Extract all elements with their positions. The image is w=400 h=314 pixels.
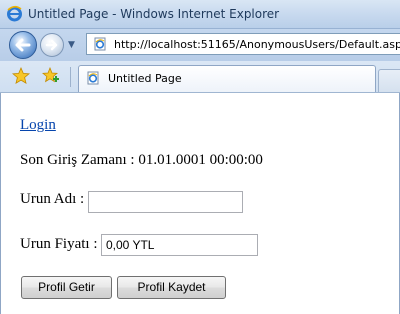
page-icon xyxy=(87,71,99,85)
tab-label: Untitled Page xyxy=(108,72,182,85)
add-to-favorites-icon[interactable] xyxy=(42,67,60,85)
address-bar[interactable]: http://localhost:51165/AnonymousUsers/De… xyxy=(86,33,400,55)
tab-bar: Untitled Page xyxy=(0,61,400,93)
forward-arrow-icon xyxy=(45,39,58,51)
login-link[interactable]: Login xyxy=(20,117,56,134)
toolbar-separator xyxy=(70,67,71,87)
tab-untitled-page[interactable]: Untitled Page xyxy=(78,65,376,92)
get-profile-button[interactable]: Profil Getir xyxy=(21,276,112,299)
window-title: Untitled Page - Windows Internet Explore… xyxy=(28,7,280,21)
new-tab-button[interactable] xyxy=(378,69,400,92)
last-login-text: Son Giriş Zamanı : 01.01.0001 00:00:00 xyxy=(20,152,263,168)
recent-pages-dropdown-icon[interactable]: ▼ xyxy=(68,40,75,50)
page-icon xyxy=(94,37,106,51)
product-price-input[interactable]: 0,00 YTL xyxy=(101,234,258,256)
product-price-label: Urun Fiyatı : xyxy=(20,236,98,252)
page-content: Login Son Giriş Zamanı : 01.01.0001 00:0… xyxy=(0,93,400,314)
back-arrow-icon xyxy=(15,38,31,52)
address-text: http://localhost:51165/AnonymousUsers/De… xyxy=(114,38,400,51)
favorites-star-icon[interactable] xyxy=(12,67,30,85)
ie-logo-icon xyxy=(7,5,22,22)
forward-button[interactable] xyxy=(40,33,64,57)
product-name-input[interactable] xyxy=(88,191,243,213)
save-profile-button[interactable]: Profil Kaydet xyxy=(117,276,226,299)
back-button[interactable] xyxy=(9,31,37,59)
title-bar: Untitled Page - Windows Internet Explore… xyxy=(0,0,400,29)
navigation-bar: ▼ http://localhost:51165/AnonymousUsers/… xyxy=(0,29,400,61)
product-name-label: Urun Adı : xyxy=(20,191,85,207)
